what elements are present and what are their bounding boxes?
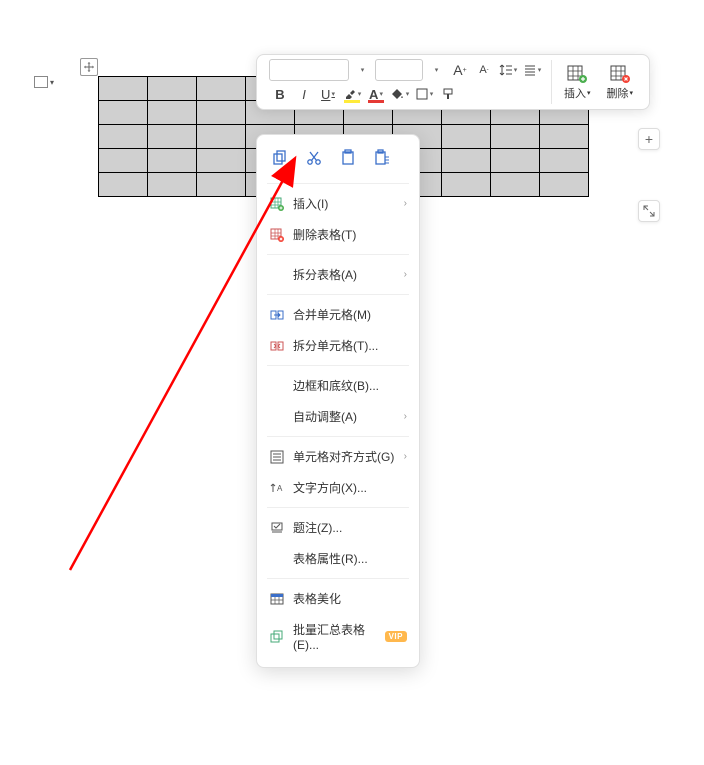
delete-table-icon: [609, 64, 631, 84]
paste-special-icon[interactable]: [371, 147, 393, 169]
bold-button[interactable]: B: [269, 83, 291, 105]
underline-button[interactable]: U▾: [317, 83, 339, 105]
align-icon: [269, 449, 285, 465]
format-painter-button[interactable]: [437, 83, 459, 105]
menu-batch-summary[interactable]: 批量汇总表格(E)... VIP: [257, 614, 419, 659]
menu-split-table[interactable]: 拆分表格(A) ›: [257, 259, 419, 290]
decrease-font-button[interactable]: A-: [473, 59, 495, 81]
font-name-dropdown[interactable]: ▾: [351, 59, 373, 81]
menu-text-direction[interactable]: A 文字方向(X)...: [257, 472, 419, 503]
font-color-button[interactable]: A ▾: [365, 83, 387, 105]
context-menu: 插入(I) › 删除表格(T) 拆分表格(A) › 合并单元格(M) 拆分单元格…: [256, 134, 420, 668]
copy-icon[interactable]: [269, 147, 291, 169]
highlight-button[interactable]: ▾: [341, 83, 363, 105]
paste-icon[interactable]: [337, 147, 359, 169]
line-spacing-button[interactable]: ▾: [497, 59, 519, 81]
menu-delete-table[interactable]: 删除表格(T): [257, 219, 419, 250]
border-button[interactable]: ▾: [413, 83, 435, 105]
cut-icon[interactable]: [303, 147, 325, 169]
font-size-input[interactable]: [375, 59, 423, 81]
table-move-handle[interactable]: [80, 58, 98, 76]
font-name-input[interactable]: [269, 59, 349, 81]
text-dir-icon: A: [269, 480, 285, 496]
beautify-icon: [269, 591, 285, 607]
italic-button[interactable]: I: [293, 83, 315, 105]
align-button[interactable]: ▾: [521, 59, 543, 81]
width-indicator[interactable]: ▾: [34, 76, 54, 88]
menu-cell-alignment[interactable]: 单元格对齐方式(G) ›: [257, 441, 419, 472]
menu-caption[interactable]: 题注(Z)...: [257, 512, 419, 543]
menu-merge-cells[interactable]: 合并单元格(M): [257, 299, 419, 330]
insert-icon: [269, 196, 285, 212]
insert-big-button[interactable]: 插入▾: [560, 62, 595, 103]
chevron-right-icon: ›: [404, 411, 407, 422]
increase-font-button[interactable]: A+: [449, 59, 471, 81]
expand-button[interactable]: [638, 200, 660, 222]
caption-icon: [269, 520, 285, 536]
menu-auto-fit[interactable]: 自动调整(A) ›: [257, 401, 419, 432]
insert-table-icon: [566, 64, 588, 84]
add-column-button[interactable]: +: [638, 128, 660, 150]
menu-table-beautify[interactable]: 表格美化: [257, 583, 419, 614]
chevron-right-icon: ›: [404, 198, 407, 209]
merge-icon: [269, 307, 285, 323]
delete-big-button[interactable]: 删除▾: [603, 62, 638, 103]
chevron-right-icon: ›: [404, 269, 407, 280]
svg-text:A: A: [277, 484, 283, 493]
menu-split-cells[interactable]: 拆分单元格(T)...: [257, 330, 419, 361]
menu-table-properties[interactable]: 表格属性(R)...: [257, 543, 419, 574]
delete-table-icon: [269, 227, 285, 243]
floating-toolbar: ▾ ▾ A+ A- ▾ ▾ B I U▾ ▾ A: [256, 54, 650, 110]
vip-badge: VIP: [385, 631, 407, 642]
split-icon: [269, 338, 285, 354]
menu-borders-shading[interactable]: 边框和底纹(B)...: [257, 370, 419, 401]
menu-insert[interactable]: 插入(I) ›: [257, 188, 419, 219]
batch-icon: [269, 629, 285, 645]
chevron-right-icon: ›: [404, 451, 407, 462]
font-size-dropdown[interactable]: ▾: [425, 59, 447, 81]
fill-color-button[interactable]: ▾: [389, 83, 411, 105]
